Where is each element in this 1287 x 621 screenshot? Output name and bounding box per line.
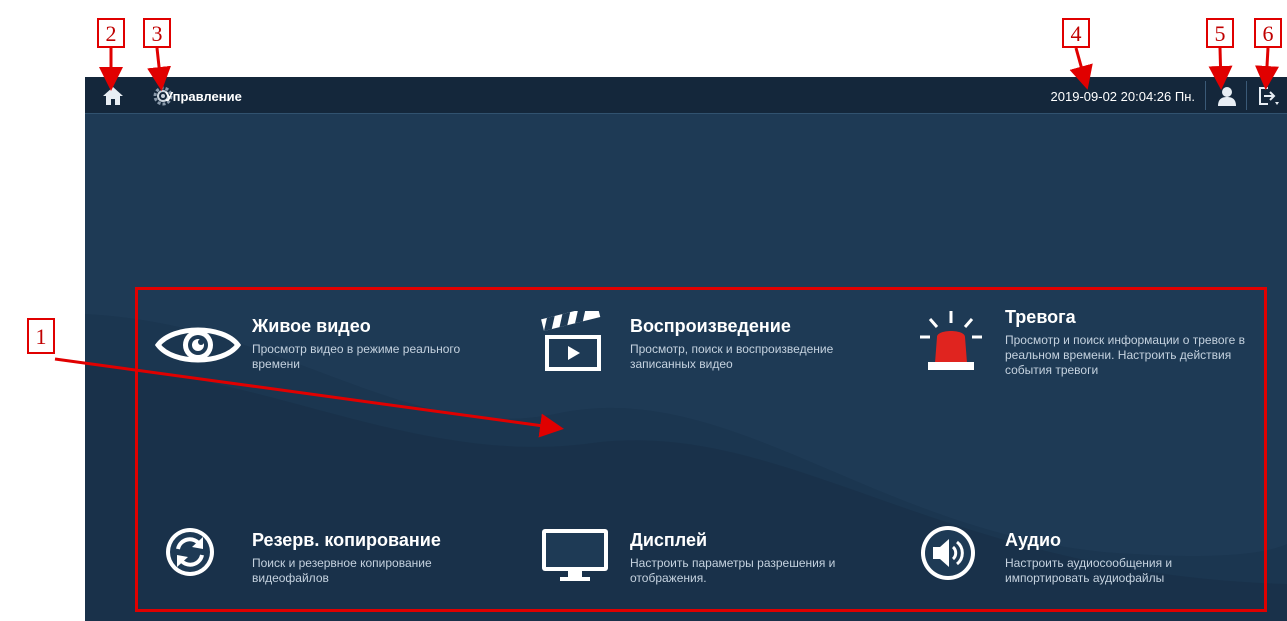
callout-3: 3 bbox=[143, 18, 171, 48]
tile-description: Настроить параметры разрешения и отображ… bbox=[630, 556, 836, 585]
callout-2: 2 bbox=[97, 18, 125, 48]
tile-title: Дисплей bbox=[630, 530, 708, 550]
monitor-icon bbox=[540, 527, 610, 588]
home-icon[interactable] bbox=[102, 85, 124, 107]
tile-display[interactable]: Дисплей Настроить параметры разрешения и… bbox=[540, 527, 890, 621]
callout-1: 1 bbox=[27, 318, 55, 354]
tile-description: Просмотр видео в режиме реального времен… bbox=[252, 342, 461, 371]
tile-title: Резерв. копирование bbox=[252, 530, 441, 550]
tile-title: Аудио bbox=[1005, 530, 1062, 550]
user-icon[interactable] bbox=[1216, 85, 1238, 107]
tile-title: Тревога bbox=[1005, 307, 1076, 327]
eye-icon bbox=[154, 321, 242, 374]
tile-live-video[interactable]: Живое видео Просмотр видео в режиме реал… bbox=[154, 313, 505, 423]
page-title: Управление bbox=[165, 89, 242, 104]
tile-alarm[interactable]: Тревога Просмотр и поиск информации о тр… bbox=[920, 307, 1270, 417]
clapperboard-icon bbox=[540, 305, 606, 378]
tile-description: Просмотр, поиск и воспроизведение записа… bbox=[630, 342, 834, 371]
tile-audio[interactable]: Аудио Настроить аудиосообщения и импорти… bbox=[920, 525, 1270, 621]
callout-6: 6 bbox=[1254, 18, 1282, 48]
sync-icon bbox=[165, 527, 215, 582]
tile-description: Поиск и резервное копирование видеофайло… bbox=[252, 556, 432, 585]
logout-icon[interactable] bbox=[1257, 85, 1279, 107]
divider bbox=[1246, 81, 1247, 110]
callout-5: 5 bbox=[1206, 18, 1234, 48]
speaker-icon bbox=[920, 525, 976, 586]
datetime-display: 2019-09-02 20:04:26 Пн. bbox=[1050, 89, 1195, 104]
top-bar: Управление 2019-09-02 20:04:26 Пн. bbox=[85, 77, 1287, 114]
tile-title: Воспроизведение bbox=[630, 316, 791, 336]
tile-playback[interactable]: Воспроизведение Просмотр, поиск и воспро… bbox=[540, 305, 890, 421]
tile-title: Живое видео bbox=[252, 316, 371, 336]
app-window: Управление 2019-09-02 20:04:26 Пн. Живое… bbox=[85, 77, 1287, 621]
callout-4: 4 bbox=[1062, 18, 1090, 48]
tile-backup[interactable]: Резерв. копирование Поиск и резервное ко… bbox=[165, 527, 515, 621]
alarm-light-icon bbox=[920, 307, 982, 378]
tile-description: Настроить аудиосообщения и импортировать… bbox=[1005, 556, 1173, 585]
divider bbox=[1205, 81, 1206, 110]
tile-description: Просмотр и поиск информации о тревоге в … bbox=[1005, 333, 1245, 377]
